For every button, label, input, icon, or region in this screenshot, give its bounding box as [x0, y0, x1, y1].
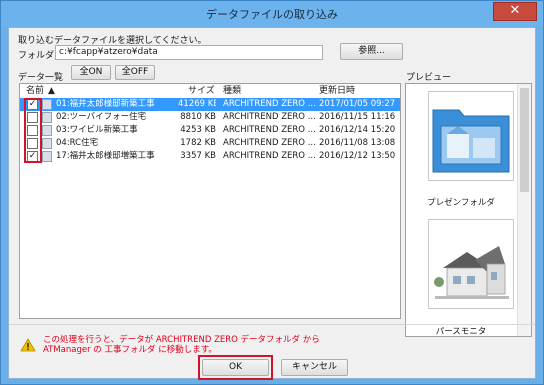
preview-caption: パースモニタ: [435, 327, 487, 337]
table-row[interactable]: ✓ 01:福井太郎様邸新築工事 41269 KB ARCHITREND ZERO…: [20, 98, 400, 111]
warning-line-2: ATManager の 工事フォルダ に移動します。: [43, 345, 217, 355]
row-name: 02:ツーバイフォー住宅: [56, 112, 147, 122]
all-off-button[interactable]: 全OFF: [115, 65, 155, 80]
preview-panel[interactable]: プレゼンフォルダ パースモニタ: [405, 83, 532, 337]
row-size: 3357 KB: [180, 151, 216, 161]
preview-scrollbar[interactable]: [517, 84, 531, 336]
column-header-name[interactable]: 名前: [26, 84, 44, 98]
row-type: ARCHITREND ZERO ...: [223, 138, 315, 148]
presentation-folder-icon: [432, 109, 510, 173]
file-icon: [42, 99, 52, 110]
row-name: 03:ワイビル新築工事: [56, 125, 138, 135]
folder-label: フォルダ: [18, 51, 55, 61]
close-button[interactable]: ✕: [493, 2, 537, 21]
table-row[interactable]: 03:ワイビル新築工事 4253 KB ARCHITREND ZERO ... …: [20, 124, 400, 137]
row-updated: 2016/11/08 13:08: [319, 138, 396, 148]
column-header-type[interactable]: 種類: [223, 84, 241, 98]
file-icon: [42, 151, 52, 162]
data-list-label: データ一覧: [18, 73, 64, 83]
row-size: 4253 KB: [180, 125, 216, 135]
dialog-body: 取り込むデータファイルを選択してください。 フォルダ c:¥fcapp¥atze…: [8, 27, 536, 380]
dialog-window: データファイルの取り込み ✕ 取り込むデータファイルを選択してください。 フォル…: [0, 0, 544, 385]
file-icon: [42, 138, 52, 149]
sort-ascending-icon: ▲: [48, 86, 55, 96]
row-updated: 2017/01/05 09:27: [319, 99, 396, 109]
row-size: 1782 KB: [180, 138, 216, 148]
all-on-button[interactable]: 全ON: [71, 65, 111, 80]
title-bar[interactable]: データファイルの取り込み ✕: [1, 1, 543, 27]
warning-message: この処理を行うと、データが ARCHITREND ZERO データフォルダ から…: [43, 335, 320, 355]
preview-thumbnail-presentation-folder[interactable]: [428, 91, 514, 181]
warning-line-1: この処理を行うと、データが ARCHITREND ZERO データフォルダ から: [43, 335, 320, 345]
row-name: 04:RC住宅: [56, 138, 99, 148]
row-type: ARCHITREND ZERO ...: [223, 112, 315, 122]
cancel-button[interactable]: キャンセル: [281, 359, 348, 376]
table-row[interactable]: 02:ツーバイフォー住宅 8810 KB ARCHITREND ZERO ...…: [20, 111, 400, 124]
row-name: 01:福井太郎様邸新築工事: [56, 99, 155, 109]
window-title: データファイルの取り込み: [206, 8, 338, 21]
folder-path-input[interactable]: c:¥fcapp¥atzero¥data: [55, 45, 323, 60]
column-header-size[interactable]: サイズ: [188, 84, 215, 98]
row-size: 41269 KB: [178, 99, 216, 109]
preview-label: プレビュー: [406, 73, 452, 83]
file-icon: [42, 112, 52, 123]
table-row[interactable]: ✓ 17:福井太郎様邸増築工事 3357 KB ARCHITREND ZERO …: [20, 150, 400, 163]
preview-caption: プレゼンフォルダ: [427, 198, 495, 208]
house-perspective-icon: [429, 220, 513, 308]
row-type: ARCHITREND ZERO ...: [223, 151, 315, 161]
table-row[interactable]: 04:RC住宅 1782 KB ARCHITREND ZERO ... 2016…: [20, 137, 400, 150]
row-type: ARCHITREND ZERO ...: [223, 99, 315, 109]
row-type: ARCHITREND ZERO ...: [223, 125, 315, 135]
warning-icon: [20, 338, 36, 352]
file-icon: [42, 125, 52, 136]
data-file-list[interactable]: 名前 ▲ サイズ 種類 更新日時 ✓ 01:福井太郎様邸新築工事 41269 K…: [19, 83, 401, 319]
row-updated: 2016/12/12 13:50: [319, 151, 396, 161]
column-header-updated[interactable]: 更新日時: [319, 84, 355, 98]
row-name: 17:福井太郎様邸増築工事: [56, 151, 155, 161]
preview-thumbnail-perspective-monitor[interactable]: [428, 219, 514, 309]
row-size: 8810 KB: [180, 112, 216, 122]
browse-button[interactable]: 参照...: [340, 43, 403, 60]
divider: [9, 324, 535, 325]
scrollbar-thumb[interactable]: [520, 88, 529, 192]
row-updated: 2016/12/14 15:20: [319, 125, 396, 135]
ok-button-highlight-box: [198, 355, 273, 380]
row-updated: 2016/11/15 11:16: [319, 112, 396, 122]
checkbox-highlight-box: [24, 98, 42, 163]
